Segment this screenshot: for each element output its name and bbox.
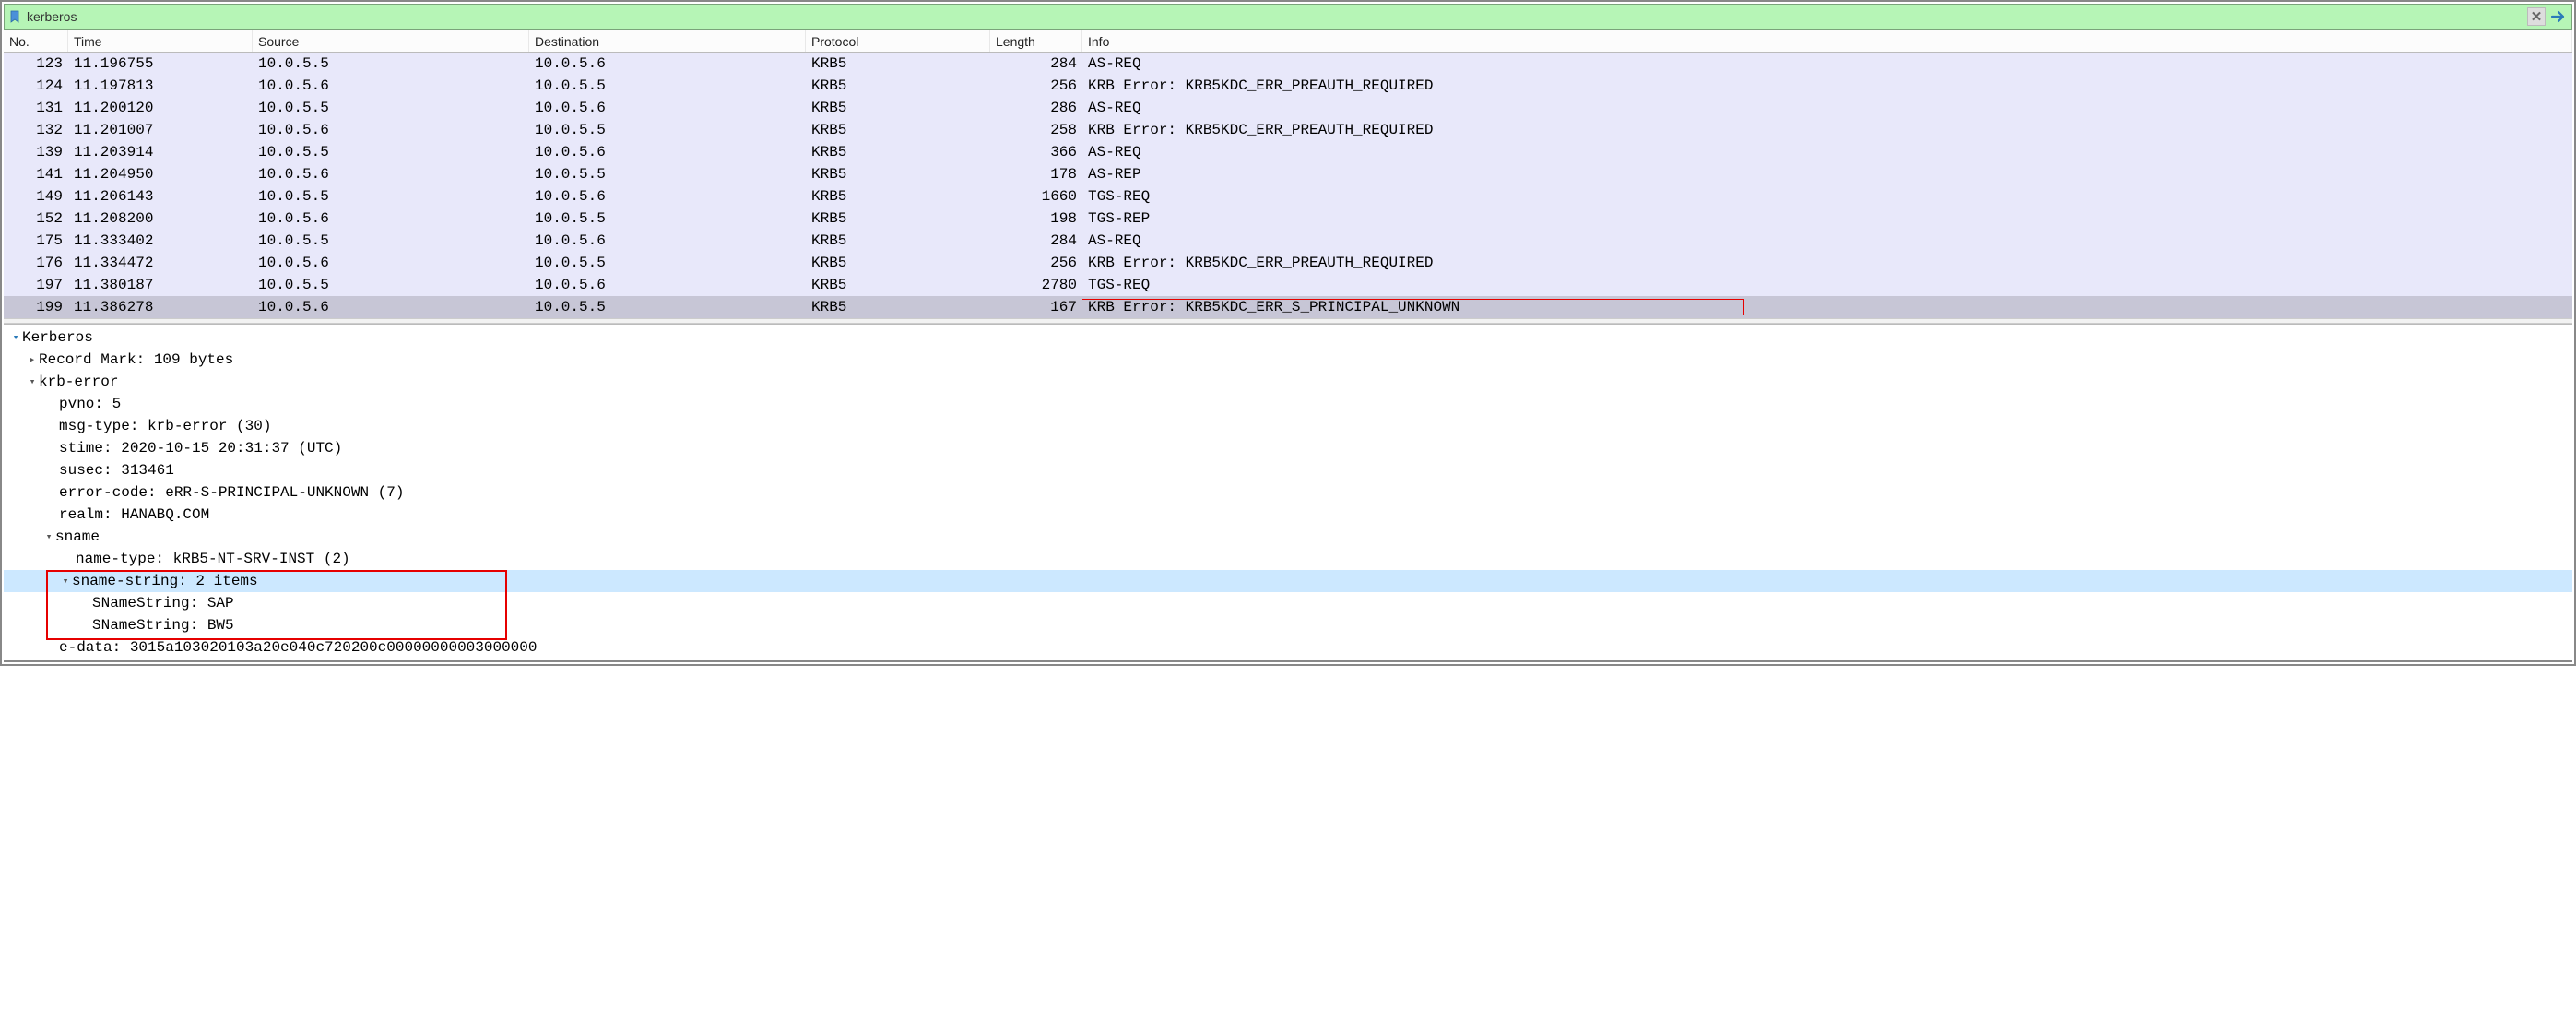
- packet-row[interactable]: 13911.20391410.0.5.510.0.5.6KRB5366AS-RE…: [4, 141, 2572, 163]
- column-header-dest[interactable]: Destination: [529, 30, 806, 52]
- column-header-source[interactable]: Source: [253, 30, 529, 52]
- packet-row[interactable]: 19911.38627810.0.5.610.0.5.5KRB5167KRB E…: [4, 296, 2572, 318]
- display-filter-bar: ✕: [4, 4, 2572, 30]
- clear-filter-button[interactable]: ✕: [2527, 7, 2546, 26]
- packet-row[interactable]: 14911.20614310.0.5.510.0.5.6KRB51660TGS-…: [4, 185, 2572, 208]
- column-header-time[interactable]: Time: [68, 30, 253, 52]
- packet-row[interactable]: 14111.20495010.0.5.610.0.5.5KRB5178AS-RE…: [4, 163, 2572, 185]
- tree-item[interactable]: SNameString: BW5: [4, 614, 2572, 636]
- packet-row[interactable]: 17611.33447210.0.5.610.0.5.5KRB5256KRB E…: [4, 252, 2572, 274]
- tree-item[interactable]: stime: 2020-10-15 20:31:37 (UTC): [4, 437, 2572, 459]
- packet-row[interactable]: 17511.33340210.0.5.510.0.5.6KRB5284AS-RE…: [4, 230, 2572, 252]
- tree-item[interactable]: ▾sname: [4, 526, 2572, 548]
- tree-item-sname-string[interactable]: ▾sname-string: 2 items: [4, 570, 2572, 592]
- tree-item[interactable]: pvno: 5: [4, 393, 2572, 415]
- tree-item[interactable]: msg-type: krb-error (30): [4, 415, 2572, 437]
- packet-list-pane: No. Time Source Destination Protocol Len…: [4, 30, 2572, 318]
- tree-item[interactable]: e-data: 3015a103020103a20e040c720200c000…: [4, 636, 2572, 659]
- packet-row[interactable]: 13211.20100710.0.5.610.0.5.5KRB5258KRB E…: [4, 119, 2572, 141]
- tree-item[interactable]: ▸Record Mark: 109 bytes: [4, 349, 2572, 371]
- tree-item[interactable]: SNameString: SAP: [4, 592, 2572, 614]
- packet-rows: 12311.19675510.0.5.510.0.5.6KRB5284AS-RE…: [4, 53, 2572, 318]
- tree-item[interactable]: realm: HANABQ.COM: [4, 504, 2572, 526]
- tree-item[interactable]: ▾krb-error: [4, 371, 2572, 393]
- column-header-info[interactable]: Info: [1082, 30, 2572, 52]
- column-header-no[interactable]: No.: [4, 30, 68, 52]
- tree-item[interactable]: error-code: eRR-S-PRINCIPAL-UNKNOWN (7): [4, 481, 2572, 504]
- bookmark-icon[interactable]: [8, 10, 21, 23]
- column-header-proto[interactable]: Protocol: [806, 30, 990, 52]
- packet-row[interactable]: 15211.20820010.0.5.610.0.5.5KRB5198TGS-R…: [4, 208, 2572, 230]
- column-header-length[interactable]: Length: [990, 30, 1082, 52]
- packet-row[interactable]: 12311.19675510.0.5.510.0.5.6KRB5284AS-RE…: [4, 53, 2572, 75]
- display-filter-input[interactable]: [25, 9, 2523, 24]
- packet-row[interactable]: 19711.38018710.0.5.510.0.5.6KRB52780TGS-…: [4, 274, 2572, 296]
- tree-item[interactable]: ▾Kerberos: [4, 326, 2572, 349]
- packet-list-header: No. Time Source Destination Protocol Len…: [4, 30, 2572, 53]
- packet-details-pane: ▾Kerberos ▸Record Mark: 109 bytes ▾krb-e…: [4, 324, 2572, 662]
- annotation-box: [1082, 299, 1744, 315]
- tree-item[interactable]: name-type: kRB5-NT-SRV-INST (2): [4, 548, 2572, 570]
- packet-row[interactable]: 12411.19781310.0.5.610.0.5.5KRB5256KRB E…: [4, 75, 2572, 97]
- packet-row[interactable]: 13111.20012010.0.5.510.0.5.6KRB5286AS-RE…: [4, 97, 2572, 119]
- apply-filter-button[interactable]: [2549, 7, 2568, 26]
- tree-item[interactable]: susec: 313461: [4, 459, 2572, 481]
